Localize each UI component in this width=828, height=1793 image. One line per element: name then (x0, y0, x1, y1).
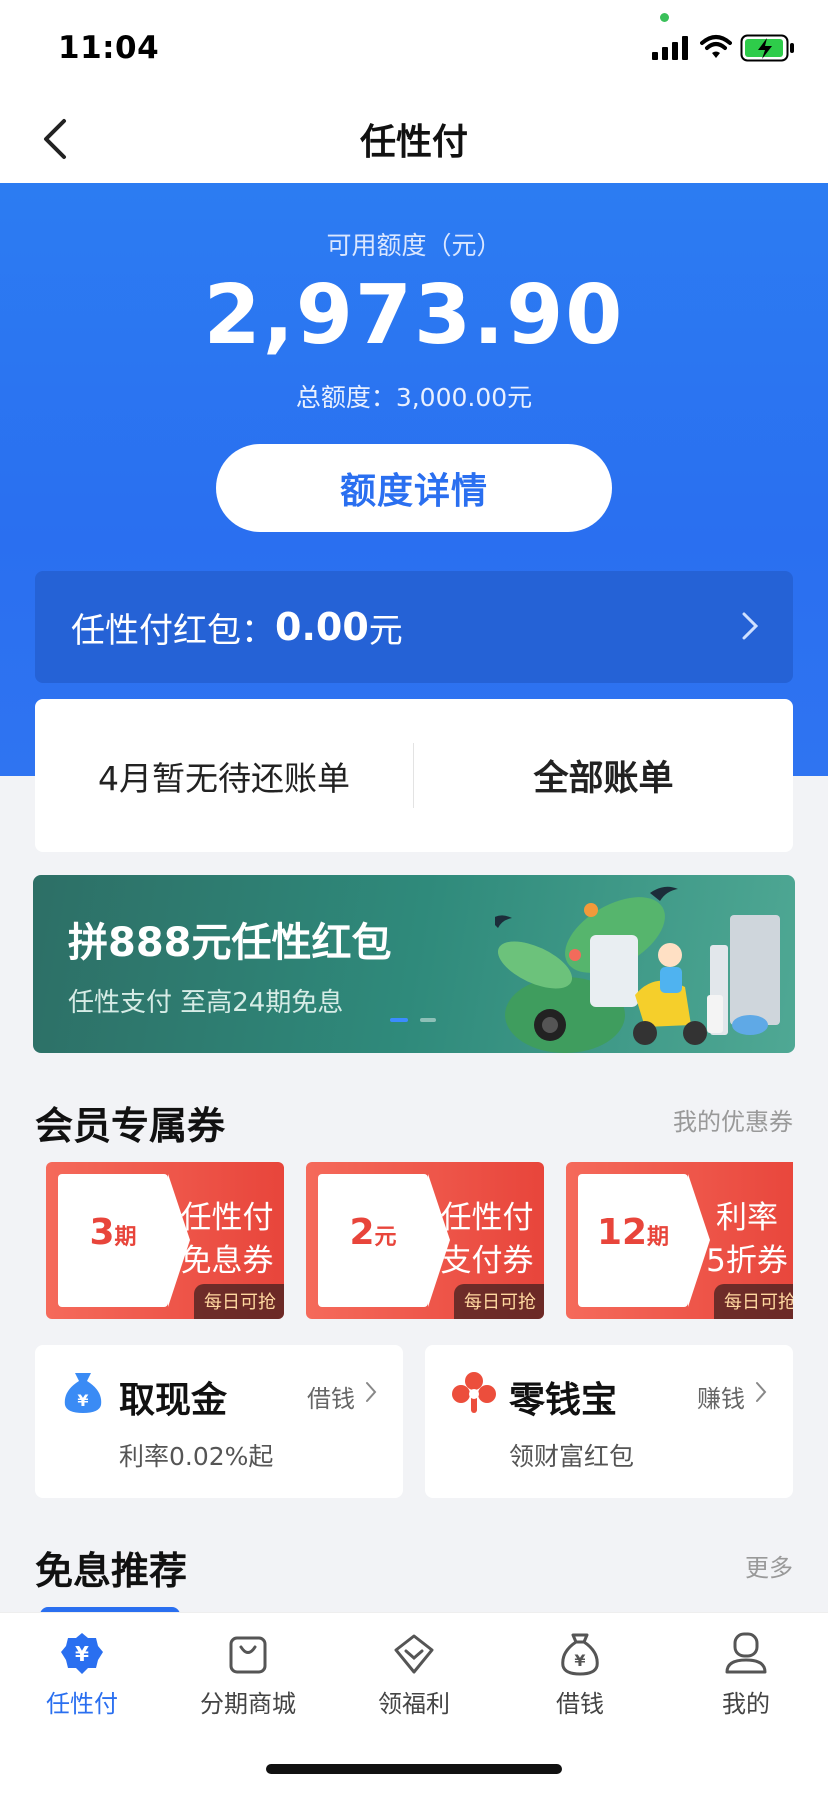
tab-label: 借钱 (556, 1690, 604, 1718)
total-credit-label: 总额度： (295, 383, 396, 412)
battery-charging-icon (740, 34, 794, 62)
credit-detail-button[interactable]: 额度详情 (216, 444, 612, 532)
current-bill-status[interactable]: 4月暂无待还账单 (35, 699, 413, 852)
red-packet-value: 0.00 (275, 605, 369, 649)
yuan-badge-icon: ¥ (61, 1633, 103, 1674)
coupon-unit: 元 (374, 1225, 397, 1250)
recommend-more-link[interactable]: 更多 (745, 1548, 793, 1583)
coupon-line1: 任性付 (440, 1200, 534, 1236)
coupon-line2: 免息券 (180, 1243, 274, 1279)
coupon-daily-tag: 每日可抢 (194, 1284, 284, 1319)
tab-label: 领福利 (378, 1690, 450, 1718)
tab-mine[interactable]: 我的 (676, 1630, 816, 1719)
banner-subtitle: 任性支付 至高24期免息 (68, 988, 344, 1018)
total-credit-value: 3,000.00元 (395, 383, 533, 412)
money-bag-icon: ¥ (561, 1633, 599, 1676)
gift-heart-icon (394, 1634, 434, 1674)
svg-text:¥: ¥ (75, 1642, 89, 1666)
wifi-icon (700, 35, 732, 58)
coupon-daily-tag: 每日可抢 (454, 1284, 544, 1319)
coupon-line2: 支付券 (440, 1243, 534, 1279)
tab-installment-mall[interactable]: 分期商城 (178, 1630, 318, 1719)
coupon-rate-discount[interactable]: 12期 利率 5折券 每日可抢 (566, 1162, 793, 1319)
available-credit-amount: 2,973.90 (203, 268, 625, 363)
tab-label: 分期商城 (200, 1690, 296, 1718)
tab-benefits[interactable]: 领福利 (344, 1630, 484, 1719)
banner-page-dot (420, 1018, 436, 1022)
promo-illustration (495, 886, 780, 1053)
home-indicator (266, 1764, 562, 1774)
red-packet-row[interactable]: 任性付红包： 0.00 元 (35, 571, 793, 683)
all-bills-button[interactable]: 全部账单 (414, 699, 793, 852)
cash-card-subtitle: 利率0.02%起 (119, 1442, 274, 1471)
recommend-section-title: 免息推荐 (35, 1549, 188, 1593)
change-treasure-card[interactable]: 零钱宝 赚钱 领财富红包 (425, 1345, 793, 1498)
coupon-clip: 12期 利率 5折券 每日可抢 (566, 1162, 793, 1319)
red-packet-unit: 元 (368, 610, 403, 651)
svg-text:¥: ¥ (77, 1391, 88, 1410)
my-coupons-link[interactable]: 我的优惠券 (673, 1102, 793, 1137)
coupon-unit: 期 (114, 1225, 137, 1250)
cash-card-title: 零钱宝 (509, 1380, 618, 1421)
chevron-right-icon (366, 1382, 377, 1402)
coupon-number: 3 (89, 1212, 115, 1253)
cash-card-subtitle: 领财富红包 (509, 1442, 635, 1471)
coupon-number: 2 (349, 1212, 375, 1253)
signal-icon (652, 36, 688, 60)
tab-borrow[interactable]: ¥ 借钱 (510, 1630, 650, 1719)
coupons-section-title: 会员专属券 (35, 1104, 226, 1148)
chevron-right-icon (756, 1382, 767, 1402)
coupon-line1: 利率 (716, 1200, 778, 1236)
coupon-line1: 任性付 (180, 1200, 274, 1236)
tab-label: 我的 (722, 1690, 770, 1718)
coupon-unit: 期 (647, 1225, 670, 1250)
coupon-value: 2元 (318, 1212, 428, 1253)
money-bag-icon: ¥ (64, 1373, 102, 1413)
svg-text:¥: ¥ (574, 1651, 585, 1670)
total-credit: 总额度：3,000.00元 (0, 378, 828, 414)
coupon-daily-tag: 每日可抢 (714, 1284, 793, 1319)
tab-renxingfu[interactable]: ¥ 任性付 (12, 1630, 152, 1719)
cash-withdraw-card[interactable]: ¥ 取现金 借钱 利率0.02%起 (35, 1345, 403, 1498)
coupon-line2: 5折券 (706, 1243, 788, 1279)
coupon-payment[interactable]: 2元 任性付 支付券 每日可抢 (306, 1162, 544, 1319)
privacy-indicator (660, 13, 669, 22)
cash-card-title: 取现金 (119, 1380, 228, 1421)
status-time: 11:04 (58, 30, 160, 66)
cash-card-link: 借钱 (307, 1385, 355, 1413)
tab-label: 任性付 (46, 1690, 118, 1718)
banner-page-dot-active (390, 1018, 408, 1022)
profile-icon (725, 1632, 767, 1674)
cash-card-link: 赚钱 (697, 1385, 745, 1413)
clover-icon (452, 1372, 496, 1413)
coupon-number: 12 (596, 1212, 648, 1253)
red-packet-label: 任性付红包： (71, 610, 275, 651)
chevron-right-icon (742, 612, 759, 640)
available-credit-label: 可用额度（元） (326, 231, 502, 260)
banner-title: 拼888元任性红包 (68, 920, 392, 966)
shopping-bag-icon (229, 1636, 267, 1674)
coupon-interest-free[interactable]: 3期 任性付 免息券 每日可抢 (46, 1162, 284, 1319)
coupon-value: 3期 (58, 1212, 168, 1253)
coupon-value: 12期 (578, 1212, 688, 1253)
page-title: 任性付 (359, 122, 468, 163)
